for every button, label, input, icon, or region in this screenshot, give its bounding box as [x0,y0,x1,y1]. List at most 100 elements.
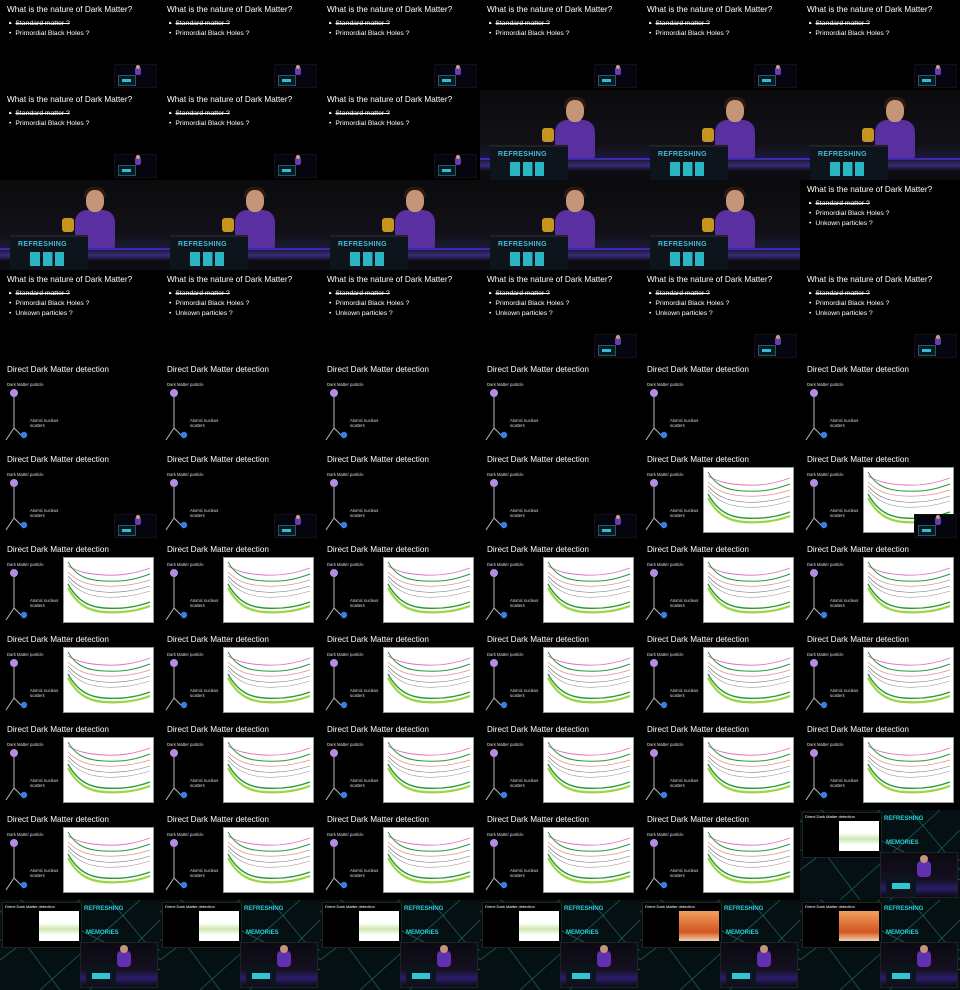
limit-curve-2 [67,661,151,677]
scattered-track [645,877,655,891]
dark-matter-particle-icon [330,749,338,757]
brand-refreshing: REFRESHING [84,906,124,912]
bullet-primordial-black-holes: Primordial Black Holes ? [649,30,729,37]
brand-refreshing: REFRESHING [884,906,924,912]
frame: Direct Dark Matter detection Dark Matter … [320,630,480,720]
limit-curve-0 [227,655,311,666]
exclusion-plot [63,647,154,713]
scattered-track [165,877,175,891]
frame: Direct Dark Matter detection Dark Matter … [0,630,160,720]
limit-curve-2 [387,751,471,767]
podium: REFRESHING [650,145,728,180]
frame: What is the nature of Dark Matter? Standa… [0,0,160,90]
slide-title: What is the nature of Dark Matter? [167,5,293,14]
scatter-diagram [645,569,668,621]
speaker-head-thumb [136,515,140,519]
bullet-standard-matter: Standard matter ? [489,290,549,297]
podium-banner: REFRESHING [818,151,867,158]
bullet-primordial-black-holes: Primordial Black Holes ? [809,210,889,217]
podium-logo [190,252,224,266]
limit-curve-2 [707,751,791,767]
dark-matter-particle-icon [490,659,498,667]
speaker-video [560,942,638,988]
scattered-track [805,607,815,621]
frame: REFRESHING [160,180,320,270]
slide-title: What is the nature of Dark Matter? [487,5,613,14]
bullet-standard-matter: Standard matter ? [809,200,869,207]
speaker-face [726,100,744,122]
slide-title: What is the nature of Dark Matter? [7,95,133,104]
exclusion-plot [383,737,474,803]
speaker-video-head [120,945,128,953]
bullet-standard-matter: Standard matter ? [809,20,869,27]
atomic-nucleus-label: Atomic nucleus scatters [190,508,218,518]
dark-matter-particle-icon [650,659,658,667]
frame: Direct Dark Matter detection Dark Matter … [320,360,480,450]
nucleus-icon [180,521,188,529]
atomic-nucleus-label: Atomic nucleus scatters [350,778,378,788]
frame: What is the nature of Dark Matter? Standa… [0,270,160,360]
dark-matter-particle-icon [170,749,178,757]
scatter-diagram [485,569,508,621]
atomic-nucleus-label: Atomic nucleus scatters [190,778,218,788]
trophy [542,128,554,142]
plot-thumb [359,911,399,941]
scattered-track [485,427,495,441]
limit-curve-0 [867,565,951,576]
slide-title: What is the nature of Dark Matter? [7,275,133,284]
scatter-diagram [165,389,188,441]
speaker-head-thumb [456,65,460,69]
podium-thumb [278,75,296,86]
podium-video [246,965,276,987]
nucleus-icon [340,431,348,439]
podium-thumb [118,525,136,536]
speaker-thumbnail [914,514,957,538]
scatters-text: scatters [350,603,365,608]
exclusion-plot [543,737,634,803]
limit-curve-2 [547,571,631,587]
frame: Direct Dark Matter detection Dark Matter … [320,810,480,900]
scatters-text: scatters [190,513,205,518]
atomic-nucleus-label: Atomic nucleus scatters [350,508,378,518]
frame: What is the nature of Dark Matter? Standa… [160,90,320,180]
exclusion-curves [707,741,791,794]
atomic-nucleus-label: Atomic nucleus scatters [670,598,698,608]
exclusion-curves [707,561,791,614]
limit-curve-2 [707,841,791,857]
dark-matter-particle-icon [10,839,18,847]
speaker-head-thumb [136,155,140,159]
slide-title: What is the nature of Dark Matter? [167,95,293,104]
limit-curve-4 [227,849,311,868]
scatters-text: scatters [350,873,365,878]
speaker-head-thumb [776,65,780,69]
plot-thumb [839,911,879,941]
scattered-track [325,787,335,801]
nucleus-icon [820,701,828,709]
bullet-primordial-black-holes: Primordial Black Holes ? [649,300,729,307]
podium-logo [510,162,544,176]
scatter-diagram [5,569,28,621]
limit-curve-2 [867,481,951,497]
exclusion-curves [387,561,471,614]
dark-matter-particle-icon [330,659,338,667]
nucleus-icon [820,431,828,439]
speaker-thumbnail [594,64,637,88]
exclusion-plot [63,737,154,803]
nucleus-icon [340,881,348,889]
limit-curve-0 [707,475,791,486]
exclusion-plot [63,557,154,623]
exclusion-curves [387,651,471,704]
frame: Direct Dark Matter detection Dark Matter … [640,360,800,450]
atomic-nucleus-label: Atomic nucleus scatters [190,868,218,878]
limit-curve-4 [547,849,631,868]
scatters-text: scatters [190,693,205,698]
exclusion-plot [543,557,634,623]
bullet-unknown-particles: Unkown particles ? [809,310,872,317]
trophy [542,218,554,232]
dark-matter-particle-icon [170,569,178,577]
frame: What is the nature of Dark Matter? Standa… [640,270,800,360]
podium: REFRESHING [810,145,888,180]
scatter-diagram [805,389,828,441]
bullet-standard-matter: Standard matter ? [9,20,69,27]
limit-curve-0 [227,745,311,756]
